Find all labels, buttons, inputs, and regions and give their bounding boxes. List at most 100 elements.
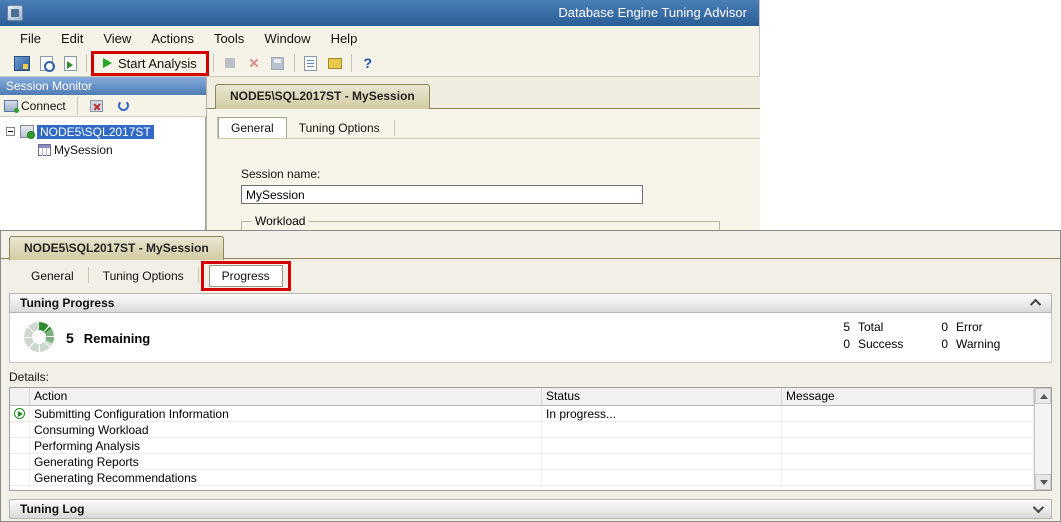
cell-message bbox=[782, 422, 1034, 437]
screenshot-canvas: Database Engine Tuning Advisor File Edit… bbox=[0, 0, 1061, 522]
close-session-button[interactable] bbox=[242, 52, 266, 74]
cell-status bbox=[542, 438, 782, 453]
remaining-count: 5 bbox=[66, 330, 74, 346]
session-monitor-header: Session Monitor bbox=[0, 77, 206, 95]
scroll-up-button[interactable] bbox=[1035, 388, 1051, 404]
remaining-label: Remaining bbox=[84, 331, 150, 346]
header-icon-column bbox=[10, 388, 30, 405]
cell-action: Performing Analysis bbox=[30, 438, 542, 453]
workload-search-icon bbox=[40, 56, 53, 71]
header-action[interactable]: Action bbox=[30, 388, 542, 405]
cell-action: Generating Recommendations bbox=[30, 470, 542, 485]
progress-stats: 5 Total 0 Error 0 Success 0 Warning bbox=[832, 320, 1038, 351]
cell-action: Generating Reports bbox=[30, 454, 542, 469]
refresh-button[interactable] bbox=[112, 95, 136, 117]
stat-error-value: 0 bbox=[930, 320, 948, 334]
session-monitor-toolbar: Connect bbox=[0, 95, 206, 117]
delete-session-button[interactable] bbox=[85, 95, 109, 117]
export-button[interactable] bbox=[323, 52, 347, 74]
tab-general[interactable]: General bbox=[218, 117, 287, 138]
bottom-tab-strip: General Tuning Options Progress bbox=[1, 260, 1060, 292]
tab-separator bbox=[394, 120, 395, 136]
menu-view[interactable]: View bbox=[93, 29, 141, 48]
window-title: Database Engine Tuning Advisor bbox=[558, 0, 747, 26]
cell-message bbox=[782, 470, 1034, 485]
menu-actions[interactable]: Actions bbox=[141, 29, 204, 48]
document-tab[interactable]: NODE5\SQL2017ST - MySession bbox=[215, 84, 430, 109]
table-row[interactable]: Generating Recommendations bbox=[10, 470, 1034, 486]
open-workload-button[interactable] bbox=[34, 52, 58, 74]
cell-action: Consuming Workload bbox=[30, 422, 542, 437]
help-button[interactable]: ? bbox=[356, 52, 380, 74]
menu-window[interactable]: Window bbox=[254, 29, 320, 48]
tab-separator bbox=[88, 267, 89, 283]
header-status[interactable]: Status bbox=[542, 388, 782, 405]
stat-warning-label: Warning bbox=[948, 337, 1038, 351]
expand-chevron-down-icon[interactable] bbox=[1033, 502, 1044, 513]
connect-button[interactable]: Connect bbox=[21, 99, 70, 113]
session-name-label: Session name: bbox=[241, 167, 320, 181]
menu-edit[interactable]: Edit bbox=[51, 29, 93, 48]
table-body: Action Status Message Submitting Configu… bbox=[10, 388, 1034, 490]
scroll-down-button[interactable] bbox=[1035, 474, 1051, 490]
table-row[interactable]: Performing Analysis bbox=[10, 438, 1034, 454]
top-tab-strip: General Tuning Options bbox=[217, 117, 760, 139]
session-icon bbox=[38, 144, 51, 156]
tuning-log-header[interactable]: Tuning Log bbox=[9, 499, 1052, 519]
vertical-scrollbar[interactable] bbox=[1034, 388, 1051, 490]
save-button[interactable] bbox=[266, 52, 290, 74]
table-header-row: Action Status Message bbox=[10, 388, 1034, 406]
menu-help[interactable]: Help bbox=[321, 29, 368, 48]
menu-tools[interactable]: Tools bbox=[204, 29, 254, 48]
table-row[interactable]: Generating Reports bbox=[10, 454, 1034, 470]
tab-progress[interactable]: Progress bbox=[209, 265, 283, 287]
workload-groupbox bbox=[241, 221, 720, 230]
server-node-label[interactable]: NODE5\SQL2017ST bbox=[37, 125, 154, 139]
tree-item-session[interactable]: MySession bbox=[38, 141, 116, 158]
import-session-button[interactable] bbox=[58, 52, 82, 74]
session-name-input[interactable] bbox=[241, 185, 643, 204]
play-icon bbox=[103, 58, 112, 68]
progress-summary-panel: 5 Remaining 5 Total 0 Error 0 Success 0 … bbox=[9, 313, 1052, 363]
menu-file[interactable]: File bbox=[10, 29, 51, 48]
cell-status: In progress... bbox=[542, 406, 782, 421]
tab-tuning-options[interactable]: Tuning Options bbox=[91, 266, 196, 286]
tuning-log-title: Tuning Log bbox=[20, 502, 84, 516]
toolbar-separator bbox=[77, 97, 78, 115]
stop-analysis-button[interactable] bbox=[218, 52, 242, 74]
collapse-chevron-up-icon[interactable] bbox=[1030, 299, 1041, 310]
cell-action: Submitting Configuration Information bbox=[30, 406, 542, 421]
tuning-progress-header[interactable]: Tuning Progress bbox=[9, 293, 1052, 313]
workload-label: Workload bbox=[251, 214, 309, 228]
document-tab[interactable]: NODE5\SQL2017ST - MySession bbox=[9, 236, 224, 260]
progress-content: Tuning Progress 5 Remaining 5 Total 0 Er… bbox=[9, 293, 1052, 517]
general-tab-content: General Tuning Options Session name: Wor… bbox=[207, 109, 760, 230]
start-analysis-button[interactable]: Start Analysis bbox=[99, 55, 201, 72]
dta-main-window: Database Engine Tuning Advisor File Edit… bbox=[0, 0, 760, 230]
tab-tuning-options[interactable]: Tuning Options bbox=[287, 118, 392, 138]
cell-status bbox=[542, 470, 782, 485]
session-node-label[interactable]: MySession bbox=[51, 143, 116, 157]
table-row[interactable]: Consuming Workload bbox=[10, 422, 1034, 438]
progress-view-window: NODE5\SQL2017ST - MySession General Tuni… bbox=[0, 230, 1061, 522]
cell-message bbox=[782, 406, 1034, 421]
menubar: File Edit View Actions Tools Window Help bbox=[0, 26, 759, 50]
tree-item-server[interactable]: NODE5\SQL2017ST bbox=[6, 123, 154, 140]
app-icon bbox=[7, 5, 23, 21]
details-label: Details: bbox=[9, 370, 1052, 385]
collapse-expander-icon[interactable] bbox=[6, 127, 15, 136]
header-message[interactable]: Message bbox=[782, 388, 1034, 405]
toolbar-separator bbox=[213, 54, 214, 72]
start-analysis-highlight: Start Analysis bbox=[91, 51, 209, 76]
progress-tab-highlight: Progress bbox=[201, 261, 291, 291]
new-session-button[interactable] bbox=[10, 52, 34, 74]
stat-total-value: 5 bbox=[832, 320, 850, 334]
help-icon: ? bbox=[363, 55, 372, 71]
table-row[interactable]: Submitting Configuration Information In … bbox=[10, 406, 1034, 422]
toolbar-separator bbox=[86, 54, 87, 72]
stop-icon bbox=[225, 58, 235, 68]
scrollbar-track[interactable] bbox=[1035, 404, 1051, 474]
report-button[interactable] bbox=[299, 52, 323, 74]
cancel-icon bbox=[248, 57, 260, 69]
tab-general[interactable]: General bbox=[19, 266, 86, 286]
